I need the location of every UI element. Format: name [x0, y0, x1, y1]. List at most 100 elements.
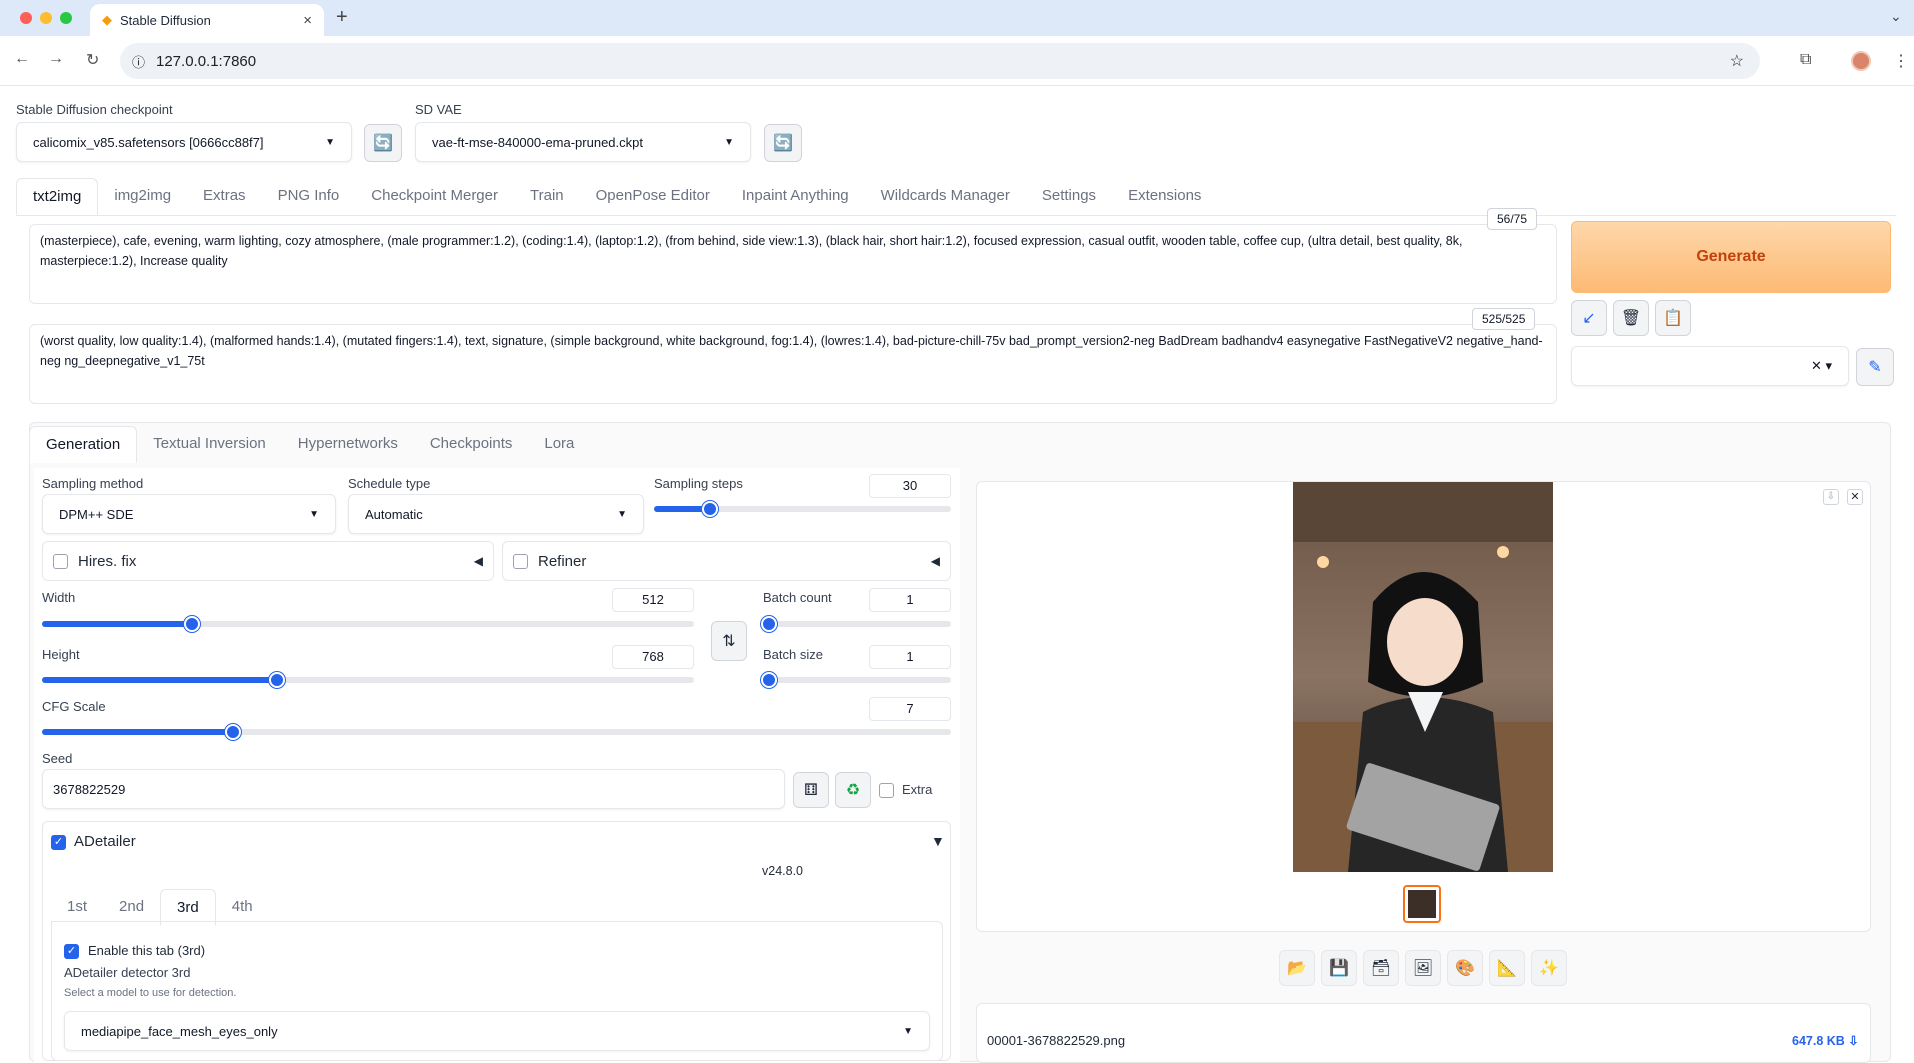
checkpoint-value: calicomix_v85.safetensors [0666cc88f7] [33, 134, 264, 150]
extensions-icon[interactable]: ⧉ [1800, 51, 1811, 69]
height-slider[interactable] [42, 672, 694, 688]
close-tab-icon[interactable]: × [303, 12, 312, 29]
gallery-thumbnail[interactable] [1403, 885, 1441, 923]
star-icon[interactable]: ☆ [1730, 51, 1744, 71]
recycle-icon: ♻ [845, 782, 861, 799]
positive-prompt-input[interactable]: (masterpiece), cafe, evening, warm light… [29, 224, 1557, 304]
output-filesize-link[interactable]: 647.8 KB ⇩ [1792, 1033, 1859, 1048]
refresh-checkpoint-button[interactable]: 🔄 [364, 124, 402, 162]
slider-thumb[interactable] [761, 616, 777, 632]
maximize-window-button[interactable] [60, 12, 72, 24]
tab-train[interactable]: Train [514, 178, 580, 215]
detector-select[interactable]: mediapipe_face_mesh_eyes_only ▼ [64, 1011, 930, 1051]
tab-wildcards-manager[interactable]: Wildcards Manager [865, 178, 1026, 215]
caret-down-icon: ▼ [724, 136, 734, 148]
address-bar[interactable]: ⓘ 127.0.0.1:7860 ☆ [120, 43, 1760, 79]
cfg-scale-slider[interactable] [42, 724, 951, 740]
back-icon[interactable]: ← [14, 50, 30, 68]
schedule-type-select[interactable]: Automatic ▼ [348, 494, 644, 534]
reuse-seed-button[interactable]: ♻ [835, 772, 871, 808]
open-folder-button[interactable]: 📂 [1279, 950, 1315, 986]
generated-image[interactable] [1293, 482, 1553, 872]
sparkle-icon: ✨ [1539, 960, 1559, 977]
thumbnail-image [1408, 890, 1436, 918]
sampling-steps-slider[interactable] [654, 501, 951, 517]
send-to-img2img-button[interactable]: 🖼 [1405, 950, 1441, 986]
browser-tab[interactable]: ◆ Stable Diffusion × [90, 4, 324, 36]
zip-button[interactable]: 🗃 [1363, 950, 1399, 986]
send-to-extras-button[interactable]: 📐 [1489, 950, 1525, 986]
tab-lora[interactable]: Lora [528, 426, 590, 463]
adetailer-checkbox[interactable]: ✓ [51, 835, 66, 850]
cfg-scale-input[interactable]: 7 [869, 697, 951, 721]
chevron-down-icon[interactable]: ⌄ [1890, 8, 1902, 25]
styles-select[interactable]: ✕ ▾ [1571, 346, 1849, 386]
send-to-inpaint-button[interactable]: 🎨 [1447, 950, 1483, 986]
width-input[interactable]: 512 [612, 588, 694, 612]
random-seed-button[interactable]: ⚅ [793, 772, 829, 808]
positive-token-counter: 56/75 [1487, 208, 1538, 230]
refiner-checkbox[interactable] [513, 553, 528, 569]
tab-hypernetworks[interactable]: Hypernetworks [282, 426, 414, 463]
slider-thumb[interactable] [224, 724, 241, 740]
slider-thumb[interactable] [761, 672, 777, 688]
enable-tab-checkbox[interactable]: ✓ [64, 944, 79, 959]
collapse-icon[interactable]: ▼ [931, 833, 945, 849]
detector-value: mediapipe_face_mesh_eyes_only [81, 1023, 278, 1039]
tab-settings[interactable]: Settings [1026, 178, 1112, 215]
tab-openpose-editor[interactable]: OpenPose Editor [580, 178, 726, 215]
hires-fix-accordion[interactable]: Hires. fix ◀ [42, 541, 494, 581]
reload-icon[interactable]: ↻ [86, 50, 99, 70]
forward-icon[interactable]: → [48, 50, 64, 68]
url-text: 127.0.0.1:7860 [156, 52, 257, 70]
extra-seed-checkbox[interactable] [879, 783, 894, 798]
upscale-button[interactable]: ✨ [1531, 950, 1567, 986]
vae-value: vae-ft-mse-840000-ema-pruned.ckpt [432, 134, 643, 150]
tab-textual-inversion[interactable]: Textual Inversion [137, 426, 282, 463]
edit-styles-button[interactable]: ✎ [1856, 348, 1894, 386]
batch-size-input[interactable]: 1 [869, 645, 951, 669]
tab-generation[interactable]: Generation [29, 426, 138, 463]
tab-img2img[interactable]: img2img [98, 178, 187, 215]
tab-extras[interactable]: Extras [187, 178, 262, 215]
close-window-button[interactable] [20, 12, 32, 24]
new-tab-icon[interactable]: + [336, 6, 348, 29]
read-params-button[interactable]: ↙ [1571, 300, 1607, 336]
tab-inpaint-anything[interactable]: Inpaint Anything [726, 178, 865, 215]
sampling-method-select[interactable]: DPM++ SDE ▼ [42, 494, 336, 534]
negative-prompt-input[interactable]: (worst quality, low quality:1.4), (malfo… [29, 324, 1557, 404]
close-icon[interactable]: ✕ [1847, 489, 1863, 505]
checkpoint-select[interactable]: calicomix_v85.safetensors [0666cc88f7] ▼ [16, 122, 352, 162]
avatar[interactable] [1851, 51, 1871, 71]
filesize-text: 647.8 KB [1792, 1034, 1845, 1048]
vae-select[interactable]: vae-ft-mse-840000-ema-pruned.ckpt ▼ [415, 122, 751, 162]
tab-txt2img[interactable]: txt2img [16, 178, 99, 215]
slider-thumb[interactable] [268, 672, 285, 688]
trash-button[interactable]: 🗑 [1613, 300, 1649, 336]
styles-button[interactable]: 📋 [1655, 300, 1691, 336]
batch-count-input[interactable]: 1 [869, 588, 951, 612]
batch-count-slider[interactable] [761, 616, 951, 632]
height-input[interactable]: 768 [612, 645, 694, 669]
width-slider[interactable] [42, 616, 694, 632]
minimize-window-button[interactable] [40, 12, 52, 24]
slider-thumb[interactable] [183, 616, 200, 632]
hires-fix-checkbox[interactable] [53, 553, 68, 569]
more-icon[interactable]: ⋮ [1893, 51, 1909, 71]
tab-favicon-icon: ◆ [102, 12, 112, 27]
tab-extensions[interactable]: Extensions [1112, 178, 1217, 215]
refresh-vae-button[interactable]: 🔄 [764, 124, 802, 162]
sampling-steps-input[interactable]: 30 [869, 474, 951, 498]
tab-checkpoints[interactable]: Checkpoints [414, 426, 529, 463]
save-button[interactable]: 💾 [1321, 950, 1357, 986]
generate-button[interactable]: Generate [1571, 221, 1891, 293]
download-icon[interactable]: ⇩ [1823, 489, 1839, 505]
tab-checkpoint-merger[interactable]: Checkpoint Merger [355, 178, 514, 215]
seed-input[interactable]: 3678822529 [42, 769, 785, 809]
tab-png-info[interactable]: PNG Info [262, 178, 356, 215]
swap-dimensions-button[interactable]: ⇅ [711, 621, 747, 661]
refiner-accordion[interactable]: Refiner ◀ [502, 541, 951, 581]
clear-icon[interactable]: ✕ ▾ [1811, 358, 1832, 374]
batch-size-slider[interactable] [761, 672, 951, 688]
batch-count-label: Batch count [763, 590, 832, 605]
